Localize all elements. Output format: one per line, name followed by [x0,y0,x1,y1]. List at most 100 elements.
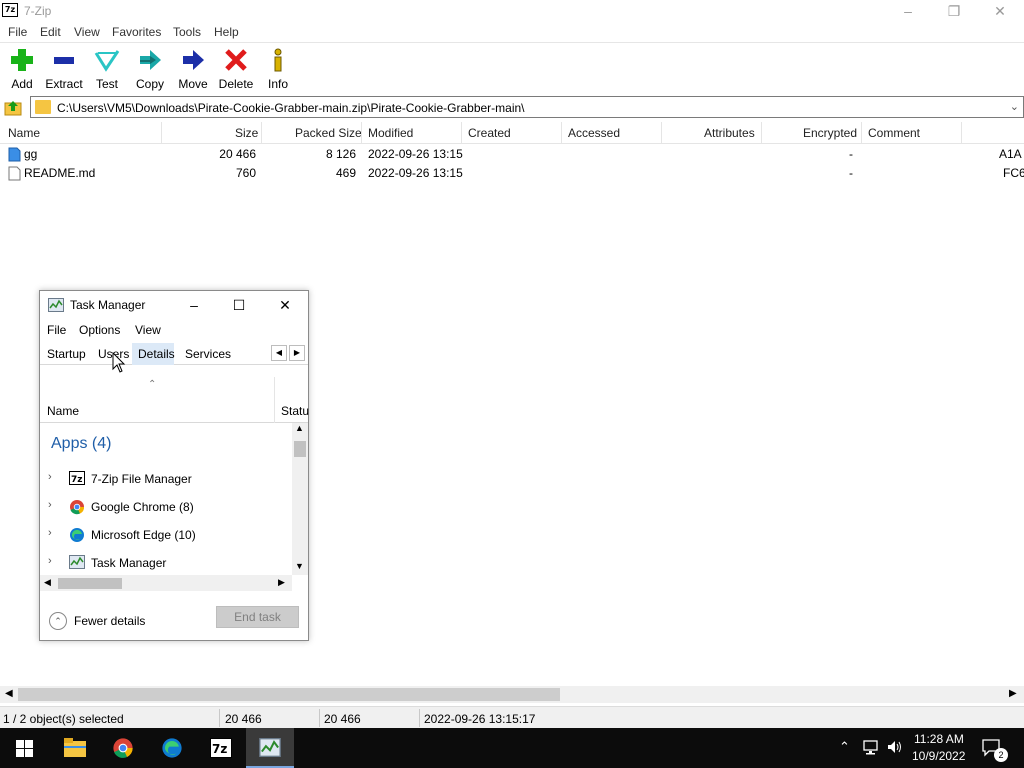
delete-button[interactable]: Delete [214,47,258,91]
column-divider[interactable] [361,122,362,144]
tab-scroll-left-icon[interactable]: ◀ [271,345,287,361]
column-divider[interactable] [861,122,862,144]
taskbar-edge[interactable] [148,728,196,768]
end-task-button[interactable]: End task [216,606,299,628]
clock-date[interactable]: 10/9/2022 [912,749,965,763]
horizontal-scrollbar[interactable]: ◀ ▶ [0,686,1024,703]
tab-scroll-right-icon[interactable]: ▶ [289,345,305,361]
column-divider[interactable] [761,122,762,144]
status-bar: 1 / 2 object(s) selected 20 466 20 466 2… [0,706,1024,728]
tm-column-status[interactable]: Statu [281,404,309,418]
column-created[interactable]: Created [468,126,511,140]
scrollbar-thumb[interactable] [18,688,560,701]
tm-maximize-button[interactable]: ☐ [224,295,254,315]
test-label: Test [95,77,118,91]
tm-column-name[interactable]: Name [47,404,79,418]
menu-help[interactable]: Help [214,25,239,39]
column-modified[interactable]: Modified [368,126,413,140]
chevron-down-icon[interactable]: ⌄ [1010,100,1019,113]
tm-close-button[interactable]: ✕ [270,295,300,315]
edge-icon [69,527,85,543]
column-size[interactable]: Size [235,126,258,140]
7zip-icon: 7z [69,471,85,487]
info-button[interactable]: Info [256,47,300,91]
extract-button[interactable]: Extract [42,47,86,91]
fewer-details-link[interactable]: Fewer details [74,614,145,628]
chevron-up-icon[interactable]: ⌃ [49,612,67,630]
tm-hscroll-thumb[interactable] [58,578,122,589]
taskbar-7zip[interactable]: 7z [197,728,245,768]
tm-column-divider[interactable] [274,377,275,423]
tab-services[interactable]: Services [185,347,231,361]
chevron-right-icon[interactable]: › [48,527,52,539]
menu-edit[interactable]: Edit [40,25,61,39]
column-divider[interactable] [561,122,562,144]
restore-button[interactable]: ❐ [931,0,977,22]
tm-horizontal-scrollbar[interactable]: ◀ ▶ [40,575,292,591]
tm-menu-file[interactable]: File [47,323,66,337]
start-button[interactable] [0,728,48,768]
scroll-left-icon[interactable]: ◀ [5,688,13,699]
test-button[interactable]: Test [85,47,129,91]
delete-label: Delete [218,77,254,91]
minimize-button[interactable]: – [885,0,931,22]
copy-button[interactable]: Copy [128,47,172,91]
menu-favorites[interactable]: Favorites [112,25,161,39]
scroll-right-icon[interactable]: ▶ [1009,688,1017,699]
clock-time[interactable]: 11:28 AM [914,732,964,746]
chrome-icon [69,499,85,515]
menu-tools[interactable]: Tools [173,25,201,39]
column-comment[interactable]: Comment [868,126,920,140]
tab-details[interactable]: Details [138,347,175,361]
taskbar-chrome[interactable] [99,728,147,768]
close-button[interactable]: ✕ [977,0,1023,22]
chevron-right-icon[interactable]: › [48,499,52,511]
network-icon[interactable] [862,738,880,759]
menu-file[interactable]: File [8,25,27,39]
tm-app-name: Task Manager [91,556,167,570]
tm-scroll-thumb[interactable] [294,441,306,457]
scroll-right-icon[interactable]: ▶ [278,577,285,588]
column-packed-size[interactable]: Packed Size [295,126,362,140]
file-explorer-icon [64,738,86,757]
volume-icon[interactable] [886,738,904,759]
column-divider[interactable] [161,122,162,144]
column-divider[interactable] [961,122,962,144]
scroll-down-icon[interactable]: ▼ [295,561,304,571]
move-button[interactable]: Move [171,47,215,91]
up-folder-button[interactable] [4,98,22,116]
path-field[interactable]: C:\Users\VM5\Downloads\Pirate-Cookie-Gra… [30,96,1024,118]
chevron-right-icon[interactable]: › [48,471,52,483]
chevron-right-icon[interactable]: › [48,555,52,567]
file-row[interactable]: README.md 760 469 2022-09-26 13:15 - FC6 [0,164,1024,183]
add-button[interactable]: Add [0,47,44,91]
task-manager-window[interactable]: Task Manager – ☐ ✕ File Options View Sta… [39,290,309,641]
menu-view[interactable]: View [74,25,100,39]
file-row[interactable]: gg 20 466 8 126 2022-09-26 13:15 - A1A [0,145,1024,164]
column-attributes[interactable]: Attributes [704,126,755,140]
tm-menu-options[interactable]: Options [79,323,120,337]
status-size: 20 466 [225,712,262,726]
column-encrypted[interactable]: Encrypted [803,126,857,140]
tm-minimize-button[interactable]: – [179,295,209,315]
tm-app-row[interactable]: › Microsoft Edge (10) [40,521,292,549]
scroll-up-icon[interactable]: ▲ [295,423,304,433]
column-accessed[interactable]: Accessed [568,126,620,140]
column-divider[interactable] [661,122,662,144]
scroll-left-icon[interactable]: ◀ [44,577,51,588]
tab-startup[interactable]: Startup [47,347,86,361]
tm-app-row[interactable]: › 7z 7-Zip File Manager [40,465,292,493]
tm-app-row[interactable]: › Task Manager [40,549,292,575]
column-name[interactable]: Name [8,126,40,140]
window-title: 7-Zip [24,4,52,18]
tm-menu-view[interactable]: View [135,323,161,337]
move-arrow-icon [171,47,215,73]
tm-app-row[interactable]: › Google Chrome (8) [40,493,292,521]
show-hidden-icons-chevron-icon[interactable]: ⌃ [839,739,850,755]
taskbar-task-manager[interactable] [246,728,294,768]
tm-vertical-scrollbar[interactable]: ▲ ▼ [292,423,308,575]
column-divider[interactable] [261,122,262,144]
taskbar-file-explorer[interactable] [51,728,99,768]
file-size: 20 466 [219,147,256,161]
column-divider[interactable] [461,122,462,144]
